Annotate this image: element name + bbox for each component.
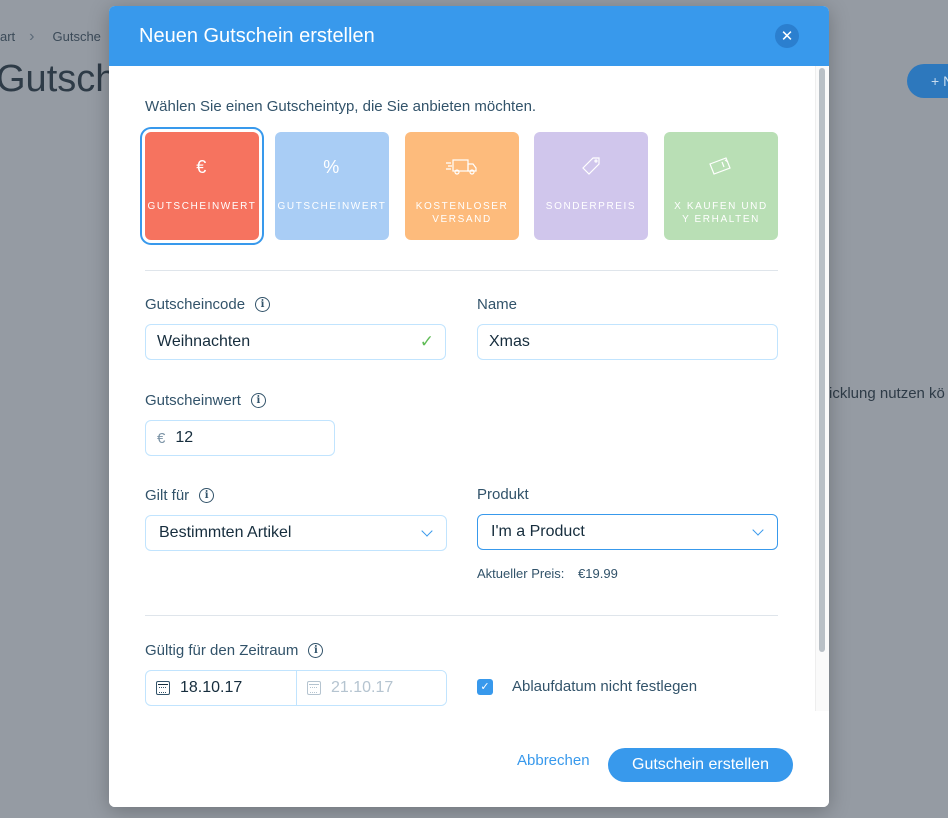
name-label: Name xyxy=(477,296,517,313)
type-card-free-shipping[interactable]: KOSTENLOSER VERSAND xyxy=(405,132,519,240)
next-field-label xyxy=(145,677,325,687)
chevron-right-icon: › xyxy=(29,28,35,45)
type-card-label: GUTSCHEINWERT xyxy=(277,201,387,212)
coupon-code-input[interactable]: Weihnachten ✓ xyxy=(145,324,446,360)
background-text: ricklung nutzen kö xyxy=(824,385,945,402)
current-price: Aktueller Preis: €19.99 xyxy=(477,566,618,581)
info-icon[interactable]: i xyxy=(199,488,215,503)
product-label: Produkt xyxy=(477,486,529,503)
type-card-buy-x-get-y[interactable]: X KAUFEN UND Y ERHALTEN xyxy=(664,132,778,240)
euro-icon: € xyxy=(196,156,208,177)
coupon-value-label-text: Gutscheinwert xyxy=(145,392,241,409)
checkmark-icon: ✓ xyxy=(419,332,434,351)
applies-to-label-text: Gilt für xyxy=(145,487,190,504)
coupon-code-value: Weihnachten xyxy=(157,333,251,350)
name-label-text: Name xyxy=(477,296,518,313)
breadcrumb-item[interactable]: art xyxy=(0,29,15,44)
coupon-value-input[interactable]: € 12 xyxy=(145,420,335,456)
percent-icon: % xyxy=(323,156,341,177)
euro-prefix: € xyxy=(157,429,166,447)
no-expiry-option[interactable]: ✓ Ablaufdatum nicht festlegen xyxy=(477,678,697,695)
chevron-down-icon xyxy=(421,524,433,537)
type-card-value-percent[interactable]: % GUTSCHEINWERT xyxy=(275,132,389,240)
name-input[interactable]: Xmas xyxy=(477,324,778,360)
coupon-type-prompt: Wählen Sie einen Gutscheintyp, die Sie a… xyxy=(145,98,537,115)
applies-to-select[interactable]: Bestimmten Artikel xyxy=(145,515,447,551)
info-icon[interactable]: i xyxy=(250,393,266,408)
dialog-header: Neuen Gutschein erstellen ✕ xyxy=(109,6,829,66)
info-icon[interactable]: i xyxy=(308,643,324,658)
gift-card-icon xyxy=(708,154,734,180)
coupon-value-value: 12 xyxy=(175,429,194,446)
validity-label: Gültig für den Zeitraum i xyxy=(145,642,324,659)
coupon-type-selector: € GUTSCHEINWERT % GUTSCHEINWERT KOSTENLO… xyxy=(145,132,778,240)
close-icon[interactable]: ✕ xyxy=(775,24,799,48)
current-price-label: Aktueller Preis: xyxy=(477,566,565,581)
no-expiry-checkbox[interactable]: ✓ xyxy=(477,678,493,695)
type-card-value-euro[interactable]: € GUTSCHEINWERT xyxy=(145,132,259,240)
add-coupon-button[interactable]: + N xyxy=(907,64,948,98)
applies-to-label: Gilt für i xyxy=(145,487,215,504)
no-expiry-label: Ablaufdatum nicht festlegen xyxy=(512,678,698,695)
applies-to-value: Bestimmten Artikel xyxy=(159,524,292,541)
date-range-picker: 18.10.17 21.10.17 xyxy=(145,670,447,706)
create-coupon-dialog: Neuen Gutschein erstellen ✕ Wählen Sie e… xyxy=(109,6,829,807)
coupon-value-label: Gutscheinwert i xyxy=(145,392,266,409)
type-card-label: SONDERPREIS xyxy=(545,201,637,212)
scrollbar-thumb[interactable] xyxy=(819,68,825,652)
create-coupon-button[interactable]: Gutschein erstellen xyxy=(608,748,793,782)
dialog-title: Neuen Gutschein erstellen xyxy=(139,24,375,47)
coupon-code-label-text: Gutscheincode xyxy=(145,296,246,313)
product-value: I'm a Product xyxy=(491,523,585,540)
cancel-button[interactable]: Abbrechen xyxy=(517,752,590,769)
type-card-sale-price[interactable]: SONDERPREIS xyxy=(534,132,648,240)
truck-icon xyxy=(445,154,479,180)
coupon-code-label: Gutscheincode i xyxy=(145,296,271,313)
info-icon[interactable]: i xyxy=(255,297,271,312)
dialog-footer: Abbrechen Gutschein erstellen xyxy=(109,711,829,807)
divider xyxy=(145,615,778,616)
product-select[interactable]: I'm a Product xyxy=(477,514,778,550)
validity-label-text: Gültig für den Zeitraum xyxy=(145,642,299,659)
divider xyxy=(145,270,778,271)
name-value: Xmas xyxy=(489,333,530,350)
end-date-value: 21.10.17 xyxy=(331,679,394,696)
type-card-label: KOSTENLOSER VERSAND xyxy=(415,201,509,225)
product-label-text: Produkt xyxy=(477,486,529,503)
current-price-value: €19.99 xyxy=(578,566,618,581)
breadcrumb-item[interactable]: Gutsche xyxy=(53,29,101,44)
type-card-label: X KAUFEN UND Y ERHALTEN xyxy=(674,201,768,225)
breadcrumb: art › Gutsche xyxy=(0,28,101,46)
tag-icon xyxy=(580,154,602,180)
chevron-down-icon xyxy=(752,523,764,536)
type-card-label: GUTSCHEINWERT xyxy=(147,201,257,212)
